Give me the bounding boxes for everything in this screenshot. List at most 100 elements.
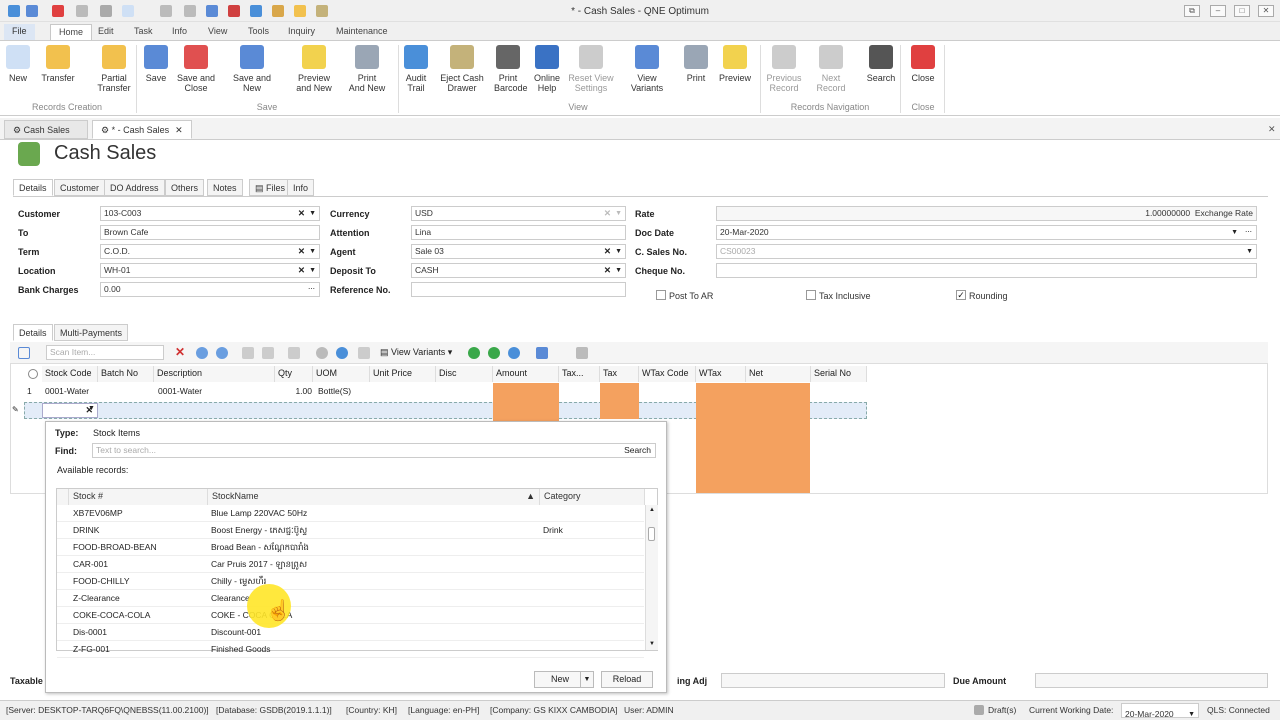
previous-record-button[interactable]: Previous Record xyxy=(764,45,804,93)
menu-home[interactable]: Home xyxy=(50,24,93,40)
grid-header-cell[interactable]: Serial No xyxy=(811,366,867,382)
menu-maintenance[interactable]: Maintenance xyxy=(328,24,396,40)
term-field[interactable]: C.O.D. ✕ ▼ xyxy=(100,244,320,259)
chevron-down-icon[interactable]: ▼ xyxy=(1188,708,1195,721)
reference-no-field[interactable] xyxy=(411,282,626,297)
grid-header-cell[interactable]: Description xyxy=(154,366,275,382)
chevron-down-icon[interactable]: ▼ xyxy=(1231,226,1238,239)
list-item[interactable]: COKE-COCA-COLACOKE - COCA COLA xyxy=(57,607,644,624)
popup-reload-button[interactable]: Reload xyxy=(601,671,653,688)
paste-icon[interactable] xyxy=(262,347,274,359)
grid-settings-icon[interactable] xyxy=(358,347,370,359)
c-sales-no-field[interactable]: CS00023 ▼ xyxy=(716,244,1257,259)
chevron-down-icon[interactable]: ▼ xyxy=(309,245,316,258)
cell-stock-code[interactable]: 0001-Water xyxy=(42,383,89,401)
chevron-down-icon[interactable]: ▼ xyxy=(88,405,95,412)
grid-header-cell[interactable]: UOM xyxy=(313,366,370,382)
scroll-down-icon[interactable]: ▼ xyxy=(649,641,655,647)
view-variants-button[interactable]: View Variants xyxy=(620,45,674,93)
grid-header-cell[interactable]: Net xyxy=(746,366,811,382)
tab-notes[interactable]: Notes xyxy=(207,179,243,196)
list-item[interactable]: FOOD-BROAD-BEAN Broad Bean - សណ្តែកបារាំង xyxy=(57,539,644,556)
post-to-ar-checkbox[interactable] xyxy=(656,290,666,300)
menu-info[interactable]: Info xyxy=(164,24,195,40)
preview-and-new-button[interactable]: Preview and New xyxy=(292,45,336,93)
list-item[interactable]: XB7EV06MP Blue Lamp 220VAC 50Hz xyxy=(57,505,644,522)
doc-tab-cash-sales-draft[interactable]: ⚙ * - Cash Sales ✕ xyxy=(92,120,192,139)
refresh-icon[interactable] xyxy=(336,347,348,359)
clear-icon[interactable]: ✕ xyxy=(604,264,611,277)
grid-header-cell[interactable]: WTax xyxy=(696,366,746,382)
restore-icon[interactable]: ⧉ xyxy=(1184,5,1200,17)
header-category[interactable]: Category xyxy=(540,489,645,505)
link-icon[interactable] xyxy=(508,347,520,359)
scan-item-input[interactable]: Scan Item... xyxy=(46,345,164,360)
tab-details[interactable]: Details xyxy=(13,179,53,196)
list-item[interactable]: CAR-001 Car Pruis 2017 - ឡានព្រូស xyxy=(57,556,644,573)
grid-header-cell[interactable]: WTax Code xyxy=(639,366,696,382)
eject-cash-drawer-button[interactable]: Eject Cash Drawer xyxy=(440,45,484,93)
list-item[interactable]: Dis-0001 Discount-001 xyxy=(57,624,644,641)
tab-do-address[interactable]: DO Address xyxy=(104,179,165,196)
play-icon[interactable] xyxy=(488,347,500,359)
rounding-adj-field[interactable] xyxy=(721,673,945,688)
save-button[interactable]: Save xyxy=(144,45,168,83)
agent-field[interactable]: Sale 03 ✕ ▼ xyxy=(411,244,626,259)
move-down-icon[interactable] xyxy=(196,347,208,359)
chevron-down-icon[interactable]: ▼ xyxy=(309,264,316,277)
tab-files[interactable]: ▤ Files xyxy=(249,179,292,196)
popup-new-button[interactable]: New xyxy=(534,671,586,688)
menu-view[interactable]: View xyxy=(200,24,235,40)
ellipsis-icon[interactable]: ⋯ xyxy=(1245,226,1252,239)
menu-tools[interactable]: Tools xyxy=(240,24,277,40)
chevron-down-icon[interactable]: ▼ xyxy=(615,264,622,277)
due-amount-field[interactable] xyxy=(1035,673,1268,688)
ellipsis-icon[interactable]: ⋯ xyxy=(308,283,315,296)
new-row-icon[interactable] xyxy=(18,347,30,359)
clear-icon[interactable]: ✕ xyxy=(298,207,305,220)
menu-edit[interactable]: Edit xyxy=(90,24,122,40)
chevron-down-icon[interactable]: ▼ xyxy=(615,245,622,258)
minimize-icon[interactable]: – xyxy=(1210,5,1226,17)
chevron-down-icon[interactable]: ▼ xyxy=(309,207,316,220)
tab-info[interactable]: Info xyxy=(287,179,315,196)
save-and-new-button[interactable]: Save and New xyxy=(224,45,280,93)
tab-others[interactable]: Others xyxy=(165,179,205,196)
tax-inclusive-checkbox[interactable] xyxy=(806,290,816,300)
attention-field[interactable]: Lina xyxy=(411,225,626,240)
tab-close-all-icon[interactable]: ✕ xyxy=(1268,124,1276,135)
menu-file[interactable]: File xyxy=(4,24,35,40)
back-icon[interactable] xyxy=(316,347,328,359)
menu-task[interactable]: Task xyxy=(126,24,161,40)
header-stockname[interactable]: StockName ▲ xyxy=(208,489,540,505)
tab-multi-payments[interactable]: Multi-Payments xyxy=(54,324,129,341)
grid-header-cell[interactable]: Tax... xyxy=(559,366,600,382)
clear-icon[interactable]: ✕ xyxy=(604,245,611,258)
list-item[interactable]: Z-FG-001 Finished Goods xyxy=(57,641,644,658)
grid-header-cell[interactable]: Qty xyxy=(275,366,313,382)
print-and-new-button[interactable]: Print And New xyxy=(344,45,390,93)
print-barcode-button[interactable]: Print Barcode xyxy=(494,45,528,93)
grid-search-icon[interactable] xyxy=(576,347,588,359)
clear-icon[interactable]: ✕ xyxy=(298,245,305,258)
new-button[interactable]: New xyxy=(6,45,30,83)
delete-row-icon[interactable]: ✕ xyxy=(175,346,187,359)
rate-field[interactable]: 1.00000000 Exchange Rate xyxy=(716,206,1257,221)
view-variants-dropdown[interactable]: ▤ View Variants ▾ xyxy=(380,347,452,358)
grid-header-cell[interactable]: Unit Price xyxy=(370,366,436,382)
cell-qty[interactable]: 1.00 xyxy=(276,383,312,401)
tab-customer[interactable]: Customer xyxy=(54,179,106,196)
search-link[interactable]: Search xyxy=(624,444,651,457)
copy-icon[interactable] xyxy=(242,347,254,359)
save-and-close-button[interactable]: Save and Close xyxy=(176,45,216,93)
bank-charges-field[interactable]: 0.00 ⋯ xyxy=(100,282,320,297)
vertical-scrollbar[interactable]: ▲ ▼ xyxy=(645,505,658,650)
grid-header-cell[interactable]: Amount xyxy=(493,366,559,382)
clear-icon[interactable]: ✕ xyxy=(298,264,305,277)
reset-view-settings-button[interactable]: Reset View Settings xyxy=(568,45,614,93)
cell-uom[interactable]: Bottle(S) xyxy=(315,383,351,401)
print-button[interactable]: Print xyxy=(684,45,708,83)
close-button[interactable]: Close xyxy=(908,45,938,83)
working-date-field[interactable]: 20-Mar-2020 ▼ xyxy=(1121,703,1199,721)
chevron-down-icon[interactable]: ▼ xyxy=(1246,245,1253,258)
